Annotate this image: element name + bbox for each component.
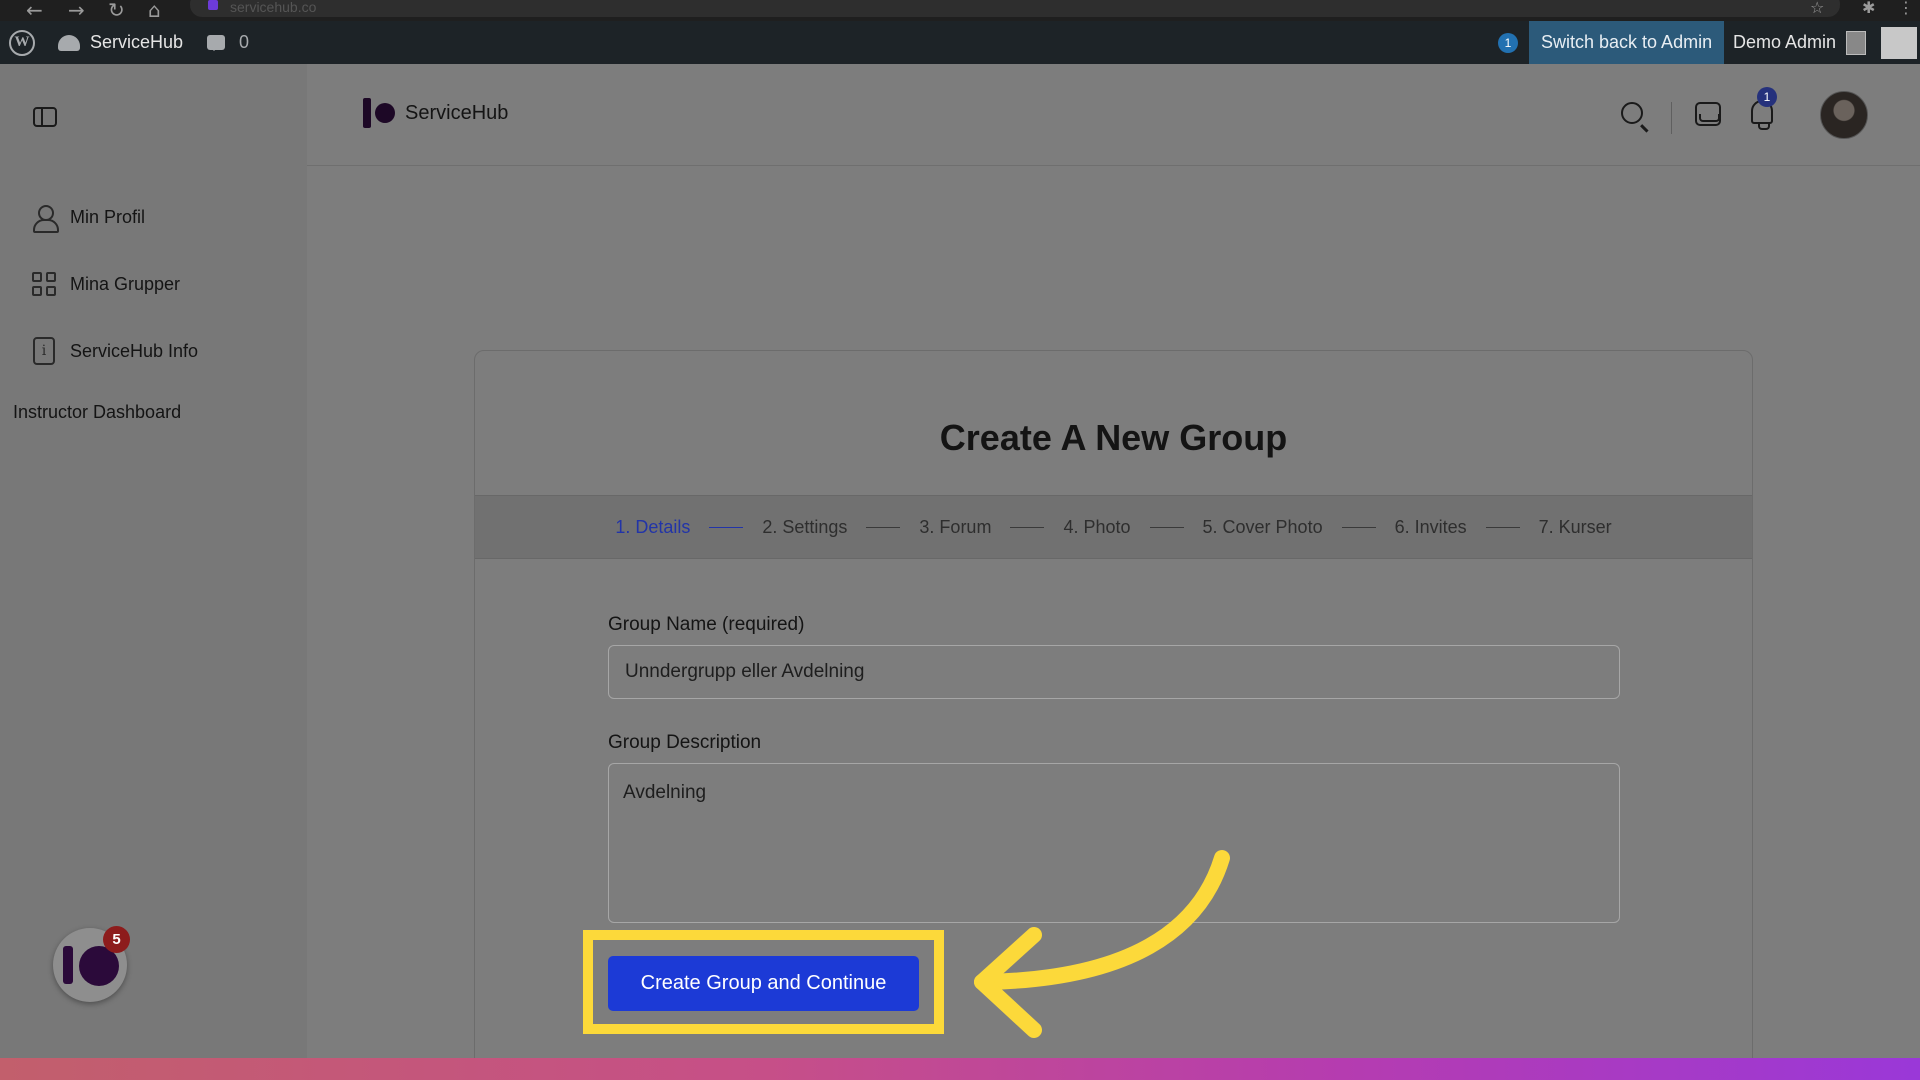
step-divider xyxy=(866,526,901,528)
bookmark-star-icon[interactable]: ☆ xyxy=(1810,0,1824,17)
notice-indicator[interactable]: 1 xyxy=(1498,21,1518,64)
admin-bar: W ServiceHub 0 1 Switch back to Admin De… xyxy=(0,21,1920,64)
sidebar-item-label: Min Profil xyxy=(70,206,146,227)
url-text: servicehub.co xyxy=(230,0,317,15)
favicon-icon xyxy=(208,0,218,10)
wp-logo-menu[interactable]: W xyxy=(9,21,35,64)
group-name-field[interactable] xyxy=(608,645,1620,699)
step-divider xyxy=(709,526,744,528)
user-icon xyxy=(30,203,59,233)
sidebar-item-mina-grupper[interactable]: Mina Grupper xyxy=(30,270,180,298)
step-invites[interactable]: 6. Invites xyxy=(1395,517,1467,538)
extensions-icon[interactable]: ✱ xyxy=(1862,0,1875,17)
brand-logo[interactable]: ServiceHub xyxy=(363,98,508,128)
notice-badge: 1 xyxy=(1498,32,1518,53)
notification-badge: 1 xyxy=(1757,87,1777,107)
wordpress-logo-icon: W xyxy=(9,29,35,56)
avatar[interactable] xyxy=(1820,91,1868,139)
step-divider xyxy=(1010,526,1045,528)
launcher-logo-bar xyxy=(63,946,73,984)
comments-count: 0 xyxy=(239,32,250,52)
address-bar[interactable]: servicehub.co xyxy=(190,0,1840,17)
step-divider xyxy=(1341,526,1376,528)
comments-menu[interactable]: 0 xyxy=(207,21,249,64)
brand-name: ServiceHub xyxy=(405,101,509,124)
back-icon[interactable]: ← xyxy=(26,0,43,22)
admin-bar-extra[interactable] xyxy=(1881,21,1917,64)
step-forum[interactable]: 3. Forum xyxy=(919,517,991,538)
step-kurser[interactable]: 7. Kurser xyxy=(1539,517,1612,538)
sidebar-item-instructor-dashboard[interactable]: Instructor Dashboard xyxy=(13,402,181,423)
search-icon[interactable] xyxy=(1621,102,1643,124)
site-name: ServiceHub xyxy=(90,32,184,52)
step-nav: 1. Details 2. Settings 3. Forum 4. Photo… xyxy=(475,495,1752,559)
sidebar-toggle-icon[interactable] xyxy=(33,107,57,127)
brand-logo-icon xyxy=(375,103,395,123)
step-photo[interactable]: 4. Photo xyxy=(1063,517,1130,538)
comment-icon xyxy=(207,35,225,51)
inbox-icon[interactable] xyxy=(1695,102,1721,126)
site-header: ServiceHub 1 xyxy=(307,64,1920,166)
site-name-menu[interactable]: ServiceHub xyxy=(58,21,183,64)
reload-icon[interactable]: ↻ xyxy=(108,0,125,22)
forward-icon[interactable]: → xyxy=(68,0,85,22)
sidebar-item-servicehub-info[interactable]: i ServiceHub Info xyxy=(30,337,198,365)
pointer-arrow-icon xyxy=(974,850,1230,1038)
sidebar-item-min-profil[interactable]: Min Profil xyxy=(30,203,146,233)
sidebar: Min Profil Mina Grupper i ServiceHub Inf… xyxy=(0,64,307,1058)
step-cover-photo[interactable]: 5. Cover Photo xyxy=(1203,517,1323,538)
step-details[interactable]: 1. Details xyxy=(615,517,690,538)
home-icon[interactable]: ⌂ xyxy=(148,0,161,22)
user-avatar-icon xyxy=(1846,30,1867,55)
switch-back-label: Switch back to Admin xyxy=(1541,32,1713,52)
grid-icon xyxy=(30,270,58,298)
user-menu[interactable]: Demo Admin xyxy=(1723,21,1867,64)
dashboard-icon xyxy=(58,34,80,51)
header-divider xyxy=(1671,102,1672,134)
page-title: Create A New Group xyxy=(939,417,1288,458)
create-group-button[interactable]: Create Group and Continue xyxy=(608,956,919,1011)
user-name: Demo Admin xyxy=(1733,32,1837,52)
browser-toolbar: ← → ↻ ⌂ servicehub.co ☆ ✱ ⋮ xyxy=(0,0,1920,22)
group-description-label: Group Description xyxy=(608,732,762,753)
step-settings[interactable]: 2. Settings xyxy=(762,517,847,538)
square-icon xyxy=(1881,26,1917,59)
sidebar-item-label: Mina Grupper xyxy=(70,273,181,294)
launcher-badge: 5 xyxy=(103,926,130,953)
bottom-gradient-bar xyxy=(0,1058,1920,1080)
info-icon: i xyxy=(33,337,55,365)
switch-back-button[interactable]: Switch back to Admin xyxy=(1529,21,1725,64)
sidebar-item-label: ServiceHub Info xyxy=(70,340,199,361)
browser-menu-icon[interactable]: ⋮ xyxy=(1898,0,1914,17)
brand-logo-bar xyxy=(363,98,371,128)
group-name-label: Group Name (required) xyxy=(608,614,805,635)
step-divider xyxy=(1485,526,1520,528)
step-divider xyxy=(1149,526,1184,528)
